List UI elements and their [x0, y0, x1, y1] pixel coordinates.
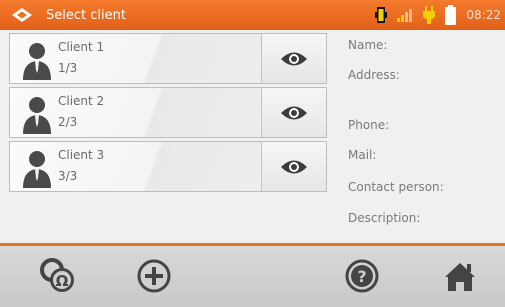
person-icon — [23, 43, 51, 80]
search-meter-button[interactable]: Ω — [36, 254, 80, 298]
phone-label: Phone: — [348, 118, 390, 132]
plug-icon — [423, 6, 436, 24]
page-title: Select client — [46, 7, 126, 23]
client-name: Client 3 — [58, 148, 105, 162]
help-button[interactable]: ? — [340, 254, 384, 298]
signal-icon — [397, 8, 413, 22]
client-row[interactable]: Client 1 1/3 — [9, 33, 327, 84]
client-row[interactable]: Client 2 2/3 — [9, 87, 327, 138]
eye-icon — [281, 106, 307, 119]
client-name: Client 1 — [58, 40, 105, 54]
client-index: 1/3 — [58, 61, 78, 75]
battery-status-icon — [375, 6, 388, 24]
clock: 08:22 — [466, 8, 501, 22]
view-client-button[interactable] — [262, 88, 326, 137]
eye-icon — [281, 52, 307, 65]
view-client-button[interactable] — [262, 34, 326, 83]
client-list: Client 1 1/3 Client 2 2/3 Client 3 3/3 — [9, 33, 327, 195]
client-select-area[interactable]: Client 3 3/3 — [10, 142, 262, 191]
svg-text:?: ? — [357, 267, 366, 286]
svg-text:Ω: Ω — [56, 272, 69, 290]
mail-label: Mail: — [348, 148, 377, 162]
client-select-area[interactable]: Client 1 1/3 — [10, 34, 262, 83]
address-label: Address: — [348, 68, 400, 82]
contact-person-label: Contact person: — [348, 180, 444, 194]
description-label: Description: — [348, 211, 421, 225]
name-label: Name: — [348, 38, 388, 52]
home-icon — [445, 263, 475, 291]
meter-logo-icon — [10, 5, 36, 25]
person-icon — [23, 97, 51, 134]
bottom-toolbar: Ω ? — [0, 243, 505, 307]
title-bar: Select client 08:22 — [0, 0, 505, 30]
home-button[interactable] — [438, 254, 482, 298]
client-row[interactable]: Client 3 3/3 — [9, 141, 327, 192]
plus-icon — [137, 259, 171, 293]
person-icon — [23, 151, 51, 188]
client-select-area[interactable]: Client 2 2/3 — [10, 88, 262, 137]
client-index: 3/3 — [58, 169, 78, 183]
battery-icon — [445, 5, 457, 25]
help-icon: ? — [345, 259, 379, 293]
view-client-button[interactable] — [262, 142, 326, 191]
client-index: 2/3 — [58, 115, 78, 129]
status-area: 08:22 — [375, 0, 505, 30]
add-client-button[interactable] — [132, 254, 176, 298]
client-name: Client 2 — [58, 94, 105, 108]
eye-icon — [281, 160, 307, 173]
search-meter-icon: Ω — [40, 258, 74, 292]
